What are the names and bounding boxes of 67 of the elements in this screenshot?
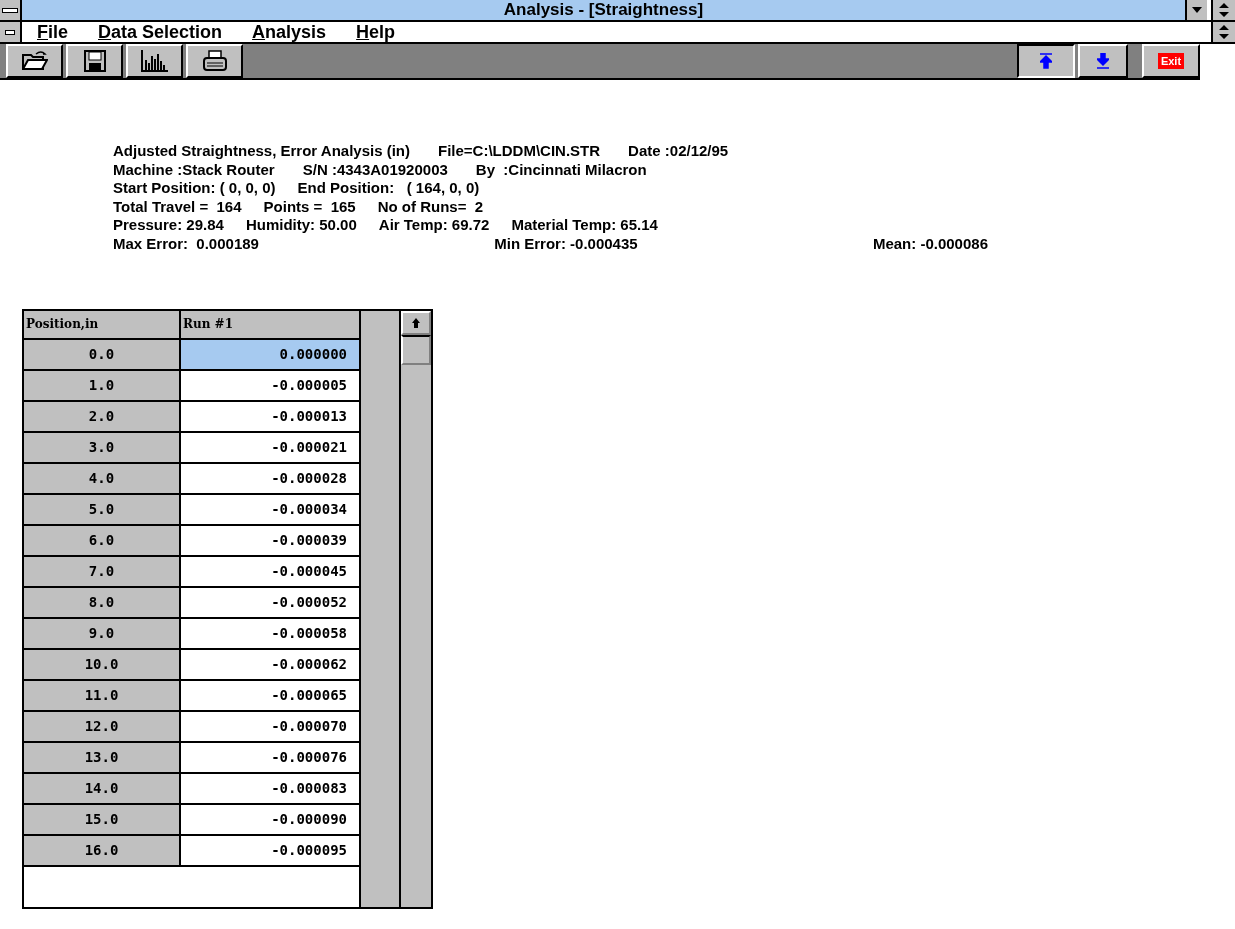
folder-icon [21,50,48,72]
menu-item[interactable]: File [37,22,68,42]
info-text: Material Temp: 65.14 [511,216,658,235]
arrow-up-to-line-icon [1040,53,1052,69]
row-header-cell[interactable]: 1.0 [24,371,181,400]
control-menu-button[interactable] [0,0,22,20]
row-header-cell[interactable]: 0.0 [24,340,181,369]
row-header-cell[interactable]: 6.0 [24,526,181,555]
scroll-thumb[interactable] [401,335,431,365]
info-text: By :Cincinnati Milacron [475,160,647,179]
bar-chart-icon [140,50,169,72]
row-header-cell[interactable]: 10.0 [24,650,181,679]
info-text: End Position: ( 164, 0, 0) [297,179,480,198]
menu-item[interactable]: Data Selection [98,22,223,42]
row-header-cell[interactable]: 15.0 [24,805,181,834]
row-header-cell[interactable]: 3.0 [24,433,181,462]
info-text: Max Error: 0.000189 [113,234,259,253]
row-header-cell[interactable]: 13.0 [24,743,181,772]
info-text: Air Temp: 69.72 [378,216,490,235]
scroll-up-button[interactable] [401,311,431,335]
row-header-cell[interactable]: 14.0 [24,774,181,803]
row-header-cell[interactable]: 5.0 [24,495,181,524]
row-header-cell[interactable]: 11.0 [24,681,181,710]
arrow-down-to-line-icon [1097,53,1109,69]
row-header-cell[interactable]: 16.0 [24,836,181,865]
info-text: Mean: -0.000086 [872,234,988,253]
row-header-cell[interactable]: 7.0 [24,557,181,586]
row-header-cell[interactable]: 8.0 [24,588,181,617]
arrow-up-icon [412,318,420,328]
info-text: S/N :4343A01920003 [302,160,448,179]
info-text: Min Error: -0.000435 [494,234,638,253]
document-control-button[interactable] [0,22,22,42]
chart-button[interactable] [126,44,183,78]
info-text: Pressure: 29.84 [113,216,224,235]
last-record-button[interactable] [1078,44,1128,78]
restore-button[interactable] [1211,0,1235,20]
save-button[interactable] [66,44,123,78]
info-text: No of Runs= 2 [377,197,484,216]
row-header-cell[interactable]: 12.0 [24,712,181,741]
menu-item[interactable]: Analysis [252,22,327,42]
up-down-arrows-icon [1219,25,1229,39]
printer-icon [201,50,228,72]
exit-button[interactable]: Exit [1142,44,1200,78]
print-button[interactable] [186,44,243,78]
info-text: Date :02/12/95 [628,142,729,161]
triangle-down-icon [1192,7,1202,13]
info-text: Humidity: 50.00 [245,216,357,235]
row-header-cell[interactable]: 2.0 [24,402,181,431]
first-record-button[interactable] [1017,44,1075,78]
vertical-scrollbar[interactable] [399,309,433,909]
open-folder-button[interactable] [6,44,63,78]
info-text: Total Travel = 164 [113,197,242,216]
up-down-arrows-icon [1219,3,1229,17]
column-header: Run #1 [182,316,234,333]
window-title: Analysis - [Straightness] [22,0,1185,20]
info-text: File=C:\LDDM\CIN.STR [438,142,601,161]
menu-item[interactable]: Help [356,22,396,42]
row-header-cell[interactable]: 9.0 [24,619,181,648]
info-text: Adjusted Straightness, Error Analysis (in) [113,142,410,161]
minimize-button[interactable] [1185,0,1207,20]
table-cell[interactable]: 0.000000 [181,340,359,369]
info-text: Points = 165 [263,197,356,216]
info-text: Machine :Stack Router [113,160,275,179]
row-header-cell[interactable]: 4.0 [24,464,181,493]
document-restore-button[interactable] [1211,22,1235,42]
info-text: Start Position: ( 0, 0, 0) [113,179,276,198]
column-header: Position,in [24,311,181,338]
